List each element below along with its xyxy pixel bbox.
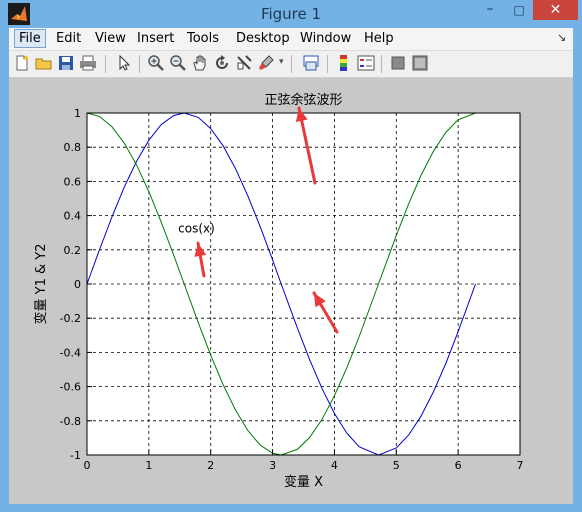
- title-bar[interactable]: Figure 1 – □ ✕: [0, 0, 582, 28]
- legend-icon[interactable]: [357, 54, 375, 72]
- y-tick-label: -1: [70, 449, 81, 462]
- save-icon[interactable]: [57, 54, 75, 72]
- figure-client-area: File Edit View Insert Tools Desktop Wind…: [9, 28, 573, 504]
- link-plot-icon[interactable]: [302, 54, 320, 72]
- zoom-out-icon[interactable]: [169, 54, 187, 72]
- x-tick-label: 5: [393, 459, 400, 472]
- menu-overflow-arrow-icon[interactable]: ↘: [557, 31, 566, 44]
- show-plot-tools-icon[interactable]: [411, 54, 429, 72]
- y-tick-label: -0.6: [60, 381, 81, 394]
- menu-tools[interactable]: Tools: [183, 30, 223, 47]
- toolbar-separator: [291, 55, 292, 73]
- menu-bar: File Edit View Insert Tools Desktop Wind…: [9, 28, 573, 51]
- new-figure-icon[interactable]: [13, 54, 31, 72]
- toolbar-separator: [105, 55, 106, 73]
- toolbar-separator: [381, 55, 382, 73]
- print-icon[interactable]: [79, 54, 97, 72]
- data-cursor-icon[interactable]: [235, 54, 253, 72]
- x-tick-label: 3: [269, 459, 276, 472]
- menu-help[interactable]: Help: [360, 30, 398, 47]
- x-tick-label: 2: [207, 459, 214, 472]
- y-tick-label: 0.6: [64, 175, 82, 188]
- y-tick-label: -0.2: [60, 312, 81, 325]
- x-tick-label: 0: [84, 459, 91, 472]
- y-axis-label: 变量 Y1 & Y2: [33, 244, 49, 325]
- menu-window[interactable]: Window: [296, 30, 355, 47]
- brush-dropdown-icon[interactable]: ▾: [279, 57, 287, 75]
- x-tick-label: 1: [145, 459, 152, 472]
- rotate-3d-icon[interactable]: [213, 54, 231, 72]
- figure-window: Figure 1 – □ ✕ File Edit View Insert Too…: [0, 0, 582, 512]
- open-file-icon[interactable]: [35, 54, 53, 72]
- x-axis-label: 变量 X: [284, 474, 323, 490]
- y-tick-label: 0.2: [64, 244, 82, 257]
- colorbar-icon[interactable]: [335, 54, 353, 72]
- pointer-icon[interactable]: [115, 54, 133, 72]
- y-tick-label: -0.8: [60, 415, 81, 428]
- figure-toolbar: ▾: [9, 51, 573, 78]
- zoom-in-icon[interactable]: [147, 54, 165, 72]
- y-tick-label: 0: [74, 278, 81, 291]
- x-tick-label: 6: [455, 459, 462, 472]
- annotation-label: cos(x): [178, 222, 215, 236]
- menu-view[interactable]: View: [91, 30, 130, 47]
- toolbar-separator: [139, 55, 140, 73]
- hide-plot-tools-icon[interactable]: [389, 54, 407, 72]
- y-tick-label: 0.8: [64, 141, 82, 154]
- minimize-button[interactable]: –: [475, 0, 505, 20]
- x-tick-label: 7: [517, 459, 524, 472]
- y-tick-label: 1: [74, 107, 81, 120]
- x-tick-label: 4: [331, 459, 338, 472]
- brush-icon[interactable]: [257, 54, 275, 72]
- menu-desktop[interactable]: Desktop: [232, 30, 294, 47]
- pan-icon[interactable]: [191, 54, 209, 72]
- chart-title: 正弦余弦波形: [264, 92, 342, 108]
- figure-canvas[interactable]: 0 1 2 3 4 5 6 7 1 0.8 0.6 0.4 0.2 0 -0.2 -0.4 -0.6 -0.8 -1…: [9, 78, 573, 504]
- toolbar-separator: [327, 55, 328, 73]
- y-tick-label: 0.4: [64, 210, 82, 223]
- maximize-button[interactable]: □: [505, 0, 533, 20]
- menu-insert[interactable]: Insert: [133, 30, 178, 47]
- menu-file[interactable]: File: [14, 29, 46, 48]
- menu-edit[interactable]: Edit: [52, 30, 85, 47]
- close-button[interactable]: ✕: [533, 0, 578, 20]
- y-tick-label: -0.4: [60, 346, 81, 359]
